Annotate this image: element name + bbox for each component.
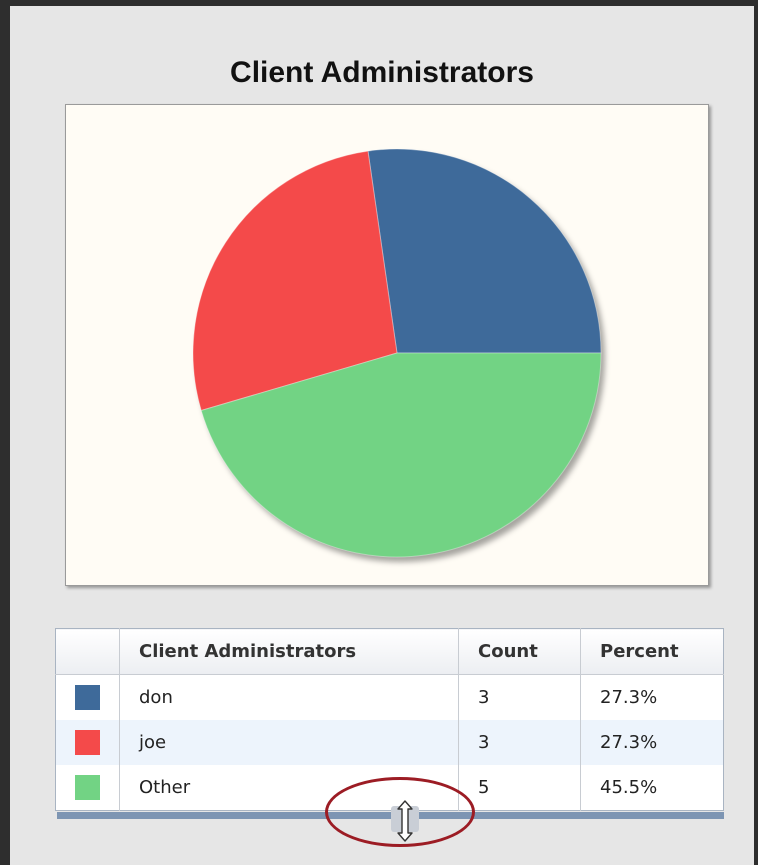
swatch-cell bbox=[55, 765, 120, 811]
name-cell: joe bbox=[119, 720, 459, 765]
color-swatch bbox=[75, 685, 100, 710]
percent-cell: 27.3% bbox=[580, 720, 724, 765]
swatch-cell bbox=[55, 720, 120, 765]
table-header-row: Client Administrators Count Percent bbox=[55, 628, 724, 675]
count-cell: 3 bbox=[458, 674, 581, 720]
count-cell: 3 bbox=[458, 720, 581, 765]
pie-chart bbox=[192, 148, 605, 562]
percent-cell: 27.3% bbox=[600, 687, 658, 708]
color-swatch bbox=[75, 775, 100, 800]
report-panel: Client Administrators Client Administrat… bbox=[0, 0, 758, 865]
name-cell: don bbox=[119, 674, 459, 720]
column-header-percent[interactable]: Percent bbox=[580, 628, 724, 675]
pie-chart-area bbox=[65, 104, 709, 586]
column-header-count[interactable]: Count bbox=[458, 628, 581, 675]
percent-cell: 45.5% bbox=[600, 777, 658, 798]
pie-slice-don[interactable] bbox=[367, 148, 602, 354]
column-header-client-administrators[interactable]: Client Administrators bbox=[119, 628, 459, 675]
table-row[interactable]: joe 3 27.3% bbox=[55, 720, 724, 765]
annotation-circle bbox=[325, 777, 475, 847]
column-header-swatch[interactable] bbox=[55, 628, 120, 675]
count-cell: 5 bbox=[458, 765, 581, 811]
table-row[interactable]: don 3 27.3% bbox=[55, 674, 724, 720]
chart-title: Client Administrators bbox=[230, 56, 534, 89]
color-swatch bbox=[75, 730, 100, 755]
swatch-cell bbox=[55, 674, 120, 720]
